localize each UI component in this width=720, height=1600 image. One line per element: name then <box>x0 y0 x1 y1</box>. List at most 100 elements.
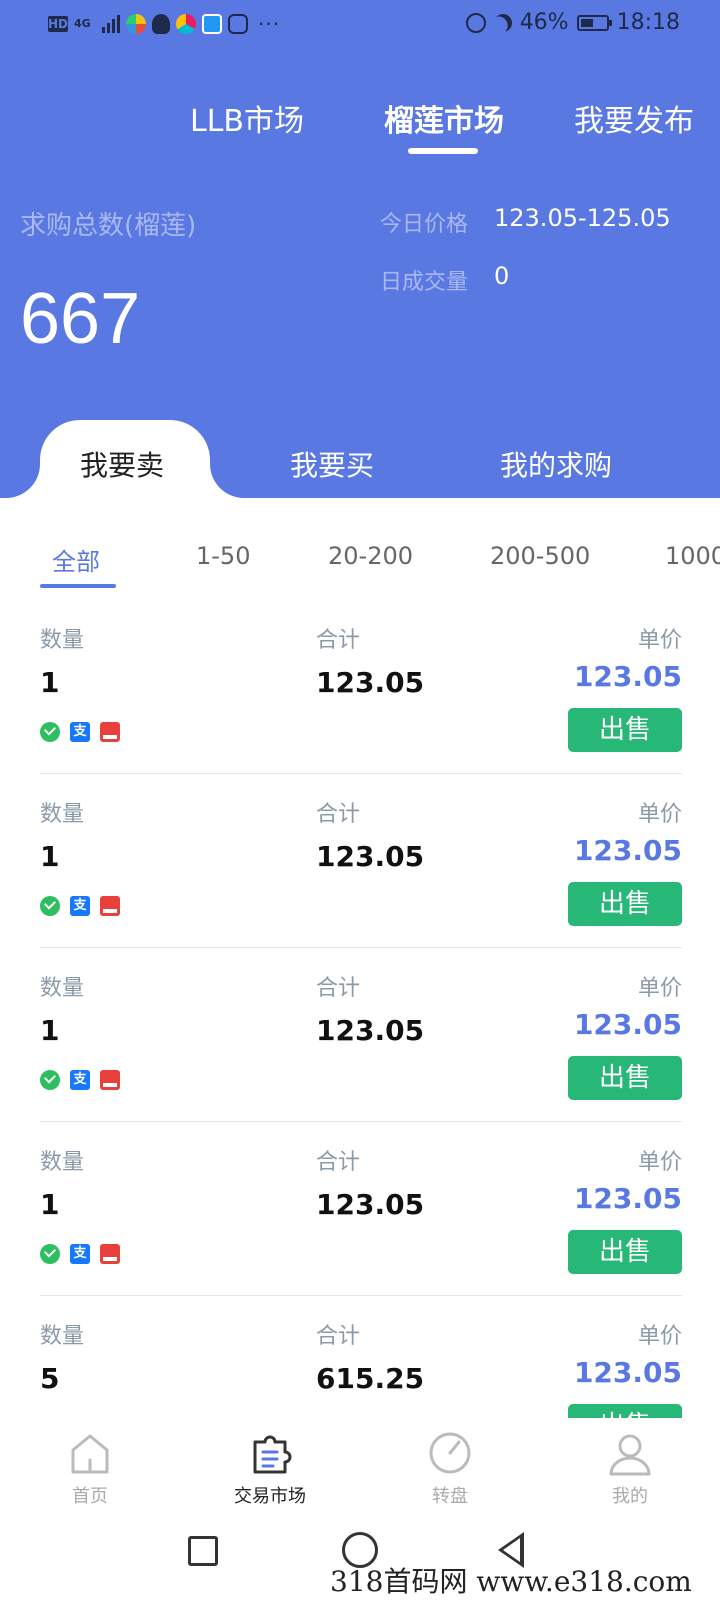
unionpay-icon <box>100 896 120 916</box>
quantity-label: 数量 <box>40 1324 85 1349</box>
trade-mode-tabs: 我要卖 我要买 我的求购 <box>0 420 720 510</box>
total-label: 合计 <box>316 802 361 827</box>
tab-sell[interactable]: 我要卖 <box>80 444 164 484</box>
alarm-icon <box>465 12 486 33</box>
unit-price-value: 123.05 <box>573 834 682 867</box>
nav-profile[interactable]: 我的 <box>570 1428 690 1508</box>
network-type: 4G <box>74 17 91 30</box>
unit-price-label: 单价 <box>637 1150 682 1175</box>
sell-button[interactable]: 出售 <box>568 1056 682 1100</box>
nav-profile-label: 我的 <box>612 1486 648 1507</box>
active-tab-indicator <box>408 148 478 154</box>
tab-curve-left <box>0 464 40 498</box>
dial-icon <box>429 1432 471 1474</box>
quantity-label: 数量 <box>40 976 85 1001</box>
tab-my-requests[interactable]: 我的求购 <box>500 444 612 484</box>
unit-price-value: 123.05 <box>573 1356 682 1389</box>
status-bar: HD 4G ··· 46% 18:18 <box>0 0 720 50</box>
filter-20-200[interactable]: 20-200 <box>328 542 413 570</box>
status-right: 46% 18:18 <box>465 10 680 35</box>
status-left: HD 4G ··· <box>48 12 280 36</box>
filter-1-50[interactable]: 1-50 <box>196 542 250 570</box>
payment-methods: 支 <box>40 722 120 742</box>
recents-button[interactable] <box>188 1536 218 1566</box>
tab-llb-market[interactable]: LLB市场 <box>190 96 304 140</box>
today-price-label: 今日价格 <box>380 212 469 237</box>
total-label: 合计 <box>316 1150 361 1175</box>
unit-price-value: 123.05 <box>573 1182 682 1215</box>
battery-percent: 46% <box>519 10 569 35</box>
tab-buy[interactable]: 我要买 <box>290 444 374 484</box>
total-value: 123.05 <box>316 1188 425 1221</box>
active-filter-indicator <box>40 584 116 588</box>
sell-button[interactable]: 出售 <box>568 1230 682 1274</box>
daily-volume-label: 日成交量 <box>380 270 469 295</box>
alipay-icon: 支 <box>70 1070 90 1090</box>
tab-durian-market[interactable]: 榴莲市场 <box>384 96 504 140</box>
hand-icon <box>228 14 248 34</box>
wechat-pay-icon <box>40 722 60 742</box>
order-row: 数量 合计 单价 1 123.05 123.05 支 出售 <box>40 1122 682 1296</box>
nav-market-label: 交易市场 <box>234 1486 306 1507</box>
unit-price-value: 123.05 <box>573 660 682 693</box>
wechat-pay-icon <box>40 1070 60 1090</box>
profile-icon <box>609 1434 651 1476</box>
quantity-value: 5 <box>40 1362 60 1395</box>
home-icon <box>71 1434 109 1474</box>
quantity-label: 数量 <box>40 1150 85 1175</box>
total-label: 合计 <box>316 1324 361 1349</box>
total-label: 合计 <box>316 976 361 1001</box>
moon-icon <box>490 10 515 35</box>
nav-home[interactable]: 首页 <box>30 1428 150 1508</box>
unionpay-icon <box>100 1070 120 1090</box>
hd-icon: HD <box>48 16 69 32</box>
order-row: 数量 合计 单价 1 123.05 123.05 支 出售 <box>40 600 682 774</box>
order-list[interactable]: 数量 合计 单价 1 123.05 123.05 支 出售 数量 合计 单价 1… <box>0 600 720 1418</box>
quantity-label: 数量 <box>40 628 85 653</box>
filter-200-500[interactable]: 200-500 <box>490 542 590 570</box>
tab-publish[interactable]: 我要发布 <box>574 96 694 140</box>
unit-price-label: 单价 <box>637 1324 682 1349</box>
unionpay-icon <box>100 722 120 742</box>
total-value: 123.05 <box>316 666 425 699</box>
total-demand-label: 求购总数(榴莲) <box>20 211 197 241</box>
daily-volume-value: 0 <box>494 262 510 290</box>
watermark: 318首码网 www.e318.com <box>330 1565 692 1598</box>
unit-price-value: 123.05 <box>573 1008 682 1041</box>
clock: 18:18 <box>616 10 680 35</box>
quantity-value: 1 <box>40 1188 60 1221</box>
total-value: 615.25 <box>316 1362 425 1395</box>
sell-button[interactable]: 出售 <box>568 1404 682 1418</box>
alipay-icon: 支 <box>70 896 90 916</box>
alipay-icon: 支 <box>70 1244 90 1264</box>
wechat-pay-icon <box>40 1244 60 1264</box>
unit-price-label: 单价 <box>637 628 682 653</box>
quantity-value: 1 <box>40 666 60 699</box>
nav-market[interactable]: 交易市场 <box>210 1428 330 1508</box>
nav-dial-label: 转盘 <box>432 1486 468 1507</box>
bottom-navigation: 首页 交易市场 转盘 我的 <box>0 1418 720 1510</box>
total-value: 123.05 <box>316 1014 425 1047</box>
payment-methods: 支 <box>40 1070 120 1090</box>
market-icon <box>253 1435 292 1474</box>
total-label: 合计 <box>316 628 361 653</box>
sell-button[interactable]: 出售 <box>568 708 682 752</box>
quantity-value: 1 <box>40 840 60 873</box>
filter-1000[interactable]: 1000 <box>665 542 720 570</box>
qq-icon <box>152 14 170 34</box>
market-tabs: LLB市场 榴莲市场 我要发布 <box>0 96 720 166</box>
more-notifications-icon: ··· <box>258 12 281 36</box>
sell-button[interactable]: 出售 <box>568 882 682 926</box>
filter-all[interactable]: 全部 <box>52 542 100 577</box>
unit-price-label: 单价 <box>637 802 682 827</box>
quantity-label: 数量 <box>40 802 85 827</box>
payment-methods: 支 <box>40 896 120 916</box>
order-row: 数量 合计 单价 1 123.05 123.05 支 出售 <box>40 948 682 1122</box>
app-notification-icon <box>126 14 146 34</box>
battery-icon <box>576 14 612 31</box>
nav-dial[interactable]: 转盘 <box>390 1428 510 1508</box>
tab-curve-right <box>210 464 250 498</box>
order-row: 数量 合计 单价 5 615.25 123.05 支 出售 <box>40 1296 682 1418</box>
quantity-filter-bar: 全部 1-50 20-200 200-500 1000 <box>0 520 720 590</box>
app-notification-icon <box>176 14 196 34</box>
